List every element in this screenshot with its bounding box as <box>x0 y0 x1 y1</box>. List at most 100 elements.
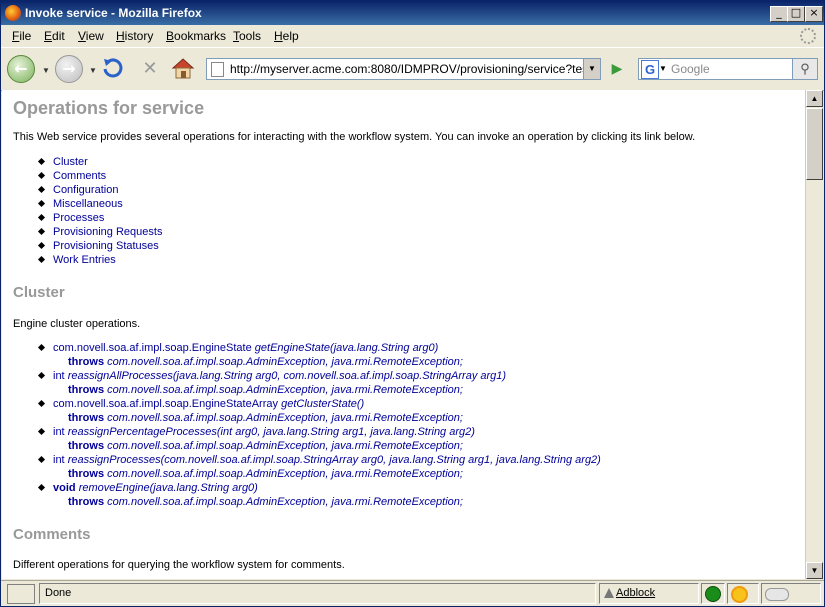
reload-button[interactable] <box>101 57 125 79</box>
menu-history-label: istory <box>124 29 154 43</box>
toc-link-provisioning-requests[interactable]: Provisioning Requests <box>53 226 162 238</box>
throws-keyword: throws <box>68 356 105 368</box>
toc-link-configuration[interactable]: Configuration <box>53 184 118 196</box>
scroll-down-button[interactable]: ▼ <box>806 562 823 579</box>
browser-window: Invoke service - Mozilla Firefox _ □ × F… <box>0 0 825 607</box>
operation-link[interactable]: reassignProcesses(com.novell.soa.af.impl… <box>68 454 601 466</box>
section-heading-comments: Comments <box>13 526 91 543</box>
toc-link-work-entries[interactable]: Work Entries <box>53 254 116 266</box>
vertical-scrollbar[interactable]: ▲ ▼ <box>805 90 823 579</box>
stop-button[interactable]: ✕ <box>139 57 161 79</box>
forward-arrow-icon: → <box>62 59 76 78</box>
go-arrow-icon: ▶ <box>611 60 623 76</box>
status-ok-indicator[interactable] <box>701 583 725 604</box>
operation-link[interactable]: reassignPercentageProcesses(int arg0, ja… <box>68 426 475 438</box>
toc-link-provisioning-statuses[interactable]: Provisioning Statuses <box>53 240 159 252</box>
go-button[interactable]: ▶ <box>608 59 626 77</box>
window-title: Invoke service - Mozilla Firefox <box>25 6 202 20</box>
home-icon <box>171 58 195 79</box>
intro-text: This Web service provides several operat… <box>13 131 696 143</box>
bullet-icon <box>37 213 46 222</box>
menu-view-label: iew <box>85 29 104 43</box>
throws-keyword: throws <box>68 496 105 508</box>
green-status-icon <box>705 586 721 602</box>
menu-edit[interactable]: Edit <box>44 29 65 43</box>
operation-link[interactable]: getEngineState(java.lang.String arg0) <box>255 342 438 354</box>
status-text: Done <box>45 587 72 599</box>
section-heading-cluster: Cluster <box>13 284 65 301</box>
status-bar: Done Adblock <box>1 580 824 606</box>
menu-view-key: V <box>78 29 86 43</box>
weather-sun-indicator[interactable] <box>727 583 759 604</box>
menu-view[interactable]: View <box>78 29 104 43</box>
menu-edit-key: E <box>44 29 53 43</box>
exception-list: com.novell.soa.af.impl.soap.AdminExcepti… <box>107 440 463 452</box>
bullet-icon <box>37 227 46 236</box>
bullet-icon <box>37 371 46 380</box>
comments-description: Different operations for querying the wo… <box>13 559 345 571</box>
search-box[interactable]: G ▼ Google ⚲ <box>638 58 818 80</box>
operation-link[interactable]: reassignAllProcesses(java.lang.String ar… <box>68 370 506 382</box>
operation-signature: com.novell.soa.af.impl.soap.EngineState … <box>53 342 438 354</box>
title-bar: Invoke service - Mozilla Firefox _ □ × <box>1 1 824 25</box>
address-url[interactable]: http://myserver.acme.com:8080/IDMPROV/pr… <box>230 62 591 76</box>
scroll-up-button[interactable]: ▲ <box>806 90 823 107</box>
engine-dropdown-icon: ▼ <box>659 64 667 73</box>
minimize-button[interactable]: _ <box>770 6 788 22</box>
bullet-icon <box>37 455 46 464</box>
return-type: com.novell.soa.af.impl.soap.EngineState <box>53 342 252 354</box>
maximize-button[interactable]: □ <box>787 6 805 22</box>
throws-keyword: throws <box>68 440 105 452</box>
throws-line: throws com.novell.soa.af.impl.soap.Admin… <box>68 412 463 424</box>
menu-tools-label: ools <box>239 29 262 43</box>
throws-line: throws com.novell.soa.af.impl.soap.Admin… <box>68 384 463 396</box>
home-button[interactable] <box>171 56 195 80</box>
operation-link[interactable]: removeEngine(java.lang.String arg0) <box>79 482 258 494</box>
throws-line: throws com.novell.soa.af.impl.soap.Admin… <box>68 356 463 368</box>
search-engine-selector[interactable]: G ▼ <box>641 60 667 79</box>
exception-list: com.novell.soa.af.impl.soap.AdminExcepti… <box>107 496 463 508</box>
firefox-logo-icon <box>5 5 21 21</box>
cluster-description: Engine cluster operations. <box>13 318 141 330</box>
menu-file-label: ile <box>19 29 32 43</box>
address-dropdown-button[interactable]: ▼ <box>583 59 600 79</box>
return-type: int <box>53 370 65 382</box>
menu-bookmarks[interactable]: Bookmarks <box>166 29 226 43</box>
reload-icon <box>103 58 123 78</box>
menu-help[interactable]: Help <box>274 29 299 43</box>
operation-signature: int reassignAllProcesses(java.lang.Strin… <box>53 370 506 382</box>
toc-link-miscellaneous[interactable]: Miscellaneous <box>53 198 123 210</box>
exception-list: com.novell.soa.af.impl.soap.AdminExcepti… <box>107 412 463 424</box>
operation-link[interactable]: getClusterState() <box>281 398 364 410</box>
back-button[interactable]: ← <box>7 55 35 83</box>
adblock-icon <box>604 588 614 598</box>
forward-history-dropdown-icon[interactable]: ▼ <box>89 66 97 75</box>
menu-file[interactable]: File <box>12 29 31 43</box>
exception-list: com.novell.soa.af.impl.soap.AdminExcepti… <box>107 468 463 480</box>
bullet-icon <box>37 199 46 208</box>
close-button[interactable]: × <box>805 6 823 22</box>
bullet-icon <box>37 185 46 194</box>
back-history-dropdown-icon[interactable]: ▼ <box>42 66 50 75</box>
toc-link-cluster[interactable]: Cluster <box>53 156 88 168</box>
address-bar[interactable]: http://myserver.acme.com:8080/IDMPROV/pr… <box>206 58 601 80</box>
search-button[interactable]: ⚲ <box>792 59 817 79</box>
toc-link-comments[interactable]: Comments <box>53 170 106 182</box>
weather-cloud-indicator[interactable] <box>761 583 821 604</box>
menu-tools[interactable]: Tools <box>233 29 261 43</box>
toc-link-processes[interactable]: Processes <box>53 212 104 224</box>
scroll-thumb[interactable] <box>806 108 823 180</box>
bullet-icon <box>37 427 46 436</box>
forward-button[interactable]: → <box>55 55 83 83</box>
bullet-icon <box>37 255 46 264</box>
search-input[interactable]: Google <box>671 62 710 76</box>
menu-history[interactable]: History <box>116 29 153 43</box>
page-content: Operations for service This Web service … <box>2 90 805 579</box>
bullet-icon <box>37 171 46 180</box>
status-resize-icon <box>7 584 35 604</box>
adblock-label: Adblock <box>616 587 656 599</box>
throws-line: throws com.novell.soa.af.impl.soap.Admin… <box>68 496 463 508</box>
throbber-icon <box>800 28 816 44</box>
adblock-status[interactable]: Adblock <box>599 583 699 604</box>
back-arrow-icon: ← <box>14 59 28 78</box>
